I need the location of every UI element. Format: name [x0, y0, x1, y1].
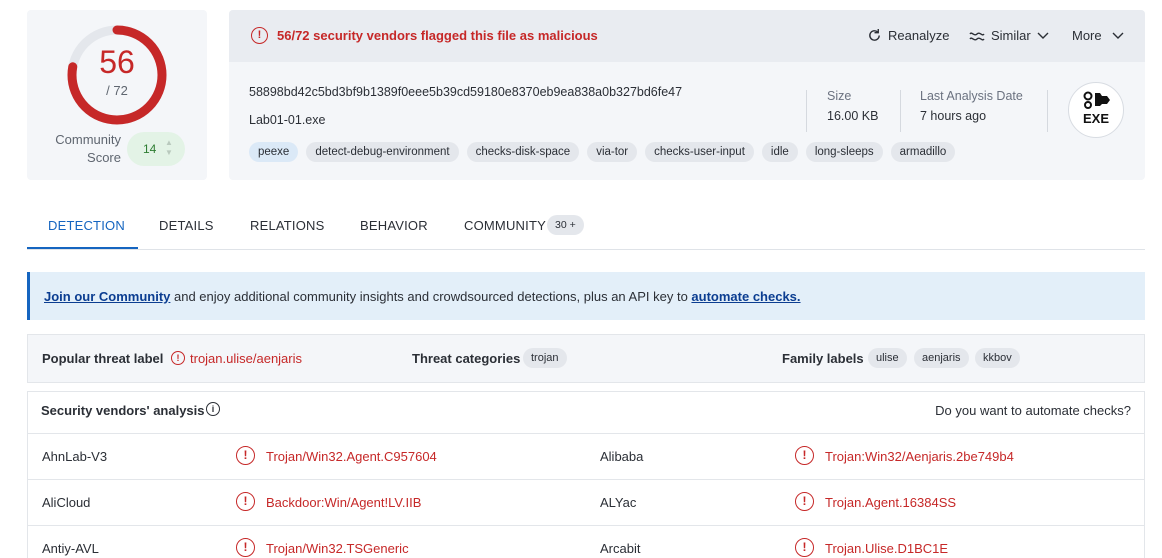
- community-score-value: 14: [143, 142, 157, 156]
- tab-behavior[interactable]: BEHAVIOR: [360, 218, 428, 233]
- family-label-tag[interactable]: kkbov: [975, 348, 1020, 368]
- alert-text: 56/72 security vendors flagged this file…: [277, 28, 598, 43]
- vendor-name: Antiy-AVL: [42, 541, 99, 556]
- tab-bar: DETECTION DETAILS RELATIONS BEHAVIOR COM…: [27, 200, 1145, 250]
- tab-detection[interactable]: DETECTION: [48, 218, 125, 233]
- chevron-down-icon: [1037, 32, 1049, 39]
- file-tag[interactable]: idle: [761, 142, 798, 162]
- vendor-name: Alibaba: [600, 449, 644, 464]
- alert-circle-icon: !: [251, 27, 268, 44]
- community-score-label: Community Score: [55, 132, 121, 165]
- file-type-badge: EXE: [1068, 82, 1124, 138]
- popular-threat-value[interactable]: trojan.ulise/aenjaris: [190, 351, 302, 366]
- vendor-row: AliCloud! Backdoor:Win/Agent!LV.IIB ALYac!…: [27, 479, 1145, 525]
- file-hash[interactable]: 58898bd42c5bd3bf9b1389f0eee5b39cd59180e8…: [249, 85, 682, 99]
- join-community-link[interactable]: Join our Community: [44, 289, 170, 304]
- tab-details[interactable]: DETAILS: [159, 218, 214, 233]
- threat-category-tag[interactable]: trojan: [523, 348, 567, 368]
- file-name: Lab01-01.exe: [249, 113, 326, 127]
- alert-circle-icon: !: [795, 538, 814, 557]
- family-label-tag[interactable]: ulise: [868, 348, 907, 368]
- automate-checks-link[interactable]: automate checks.: [691, 289, 800, 304]
- vendor-name: AhnLab-V3: [42, 449, 108, 464]
- divider: [1047, 90, 1048, 132]
- threat-summary-row: Popular threat label ! trojan.ulise/aenj…: [27, 334, 1145, 383]
- more-label: More: [1072, 28, 1102, 43]
- file-tag[interactable]: peexe: [249, 142, 299, 162]
- file-tag[interactable]: armadillo: [890, 142, 956, 162]
- alert-circle-icon: !: [171, 351, 185, 365]
- active-tab-indicator: [27, 247, 138, 249]
- file-tag[interactable]: long-sleeps: [805, 142, 883, 162]
- tab-relations[interactable]: RELATIONS: [250, 218, 325, 233]
- total-count: / 72: [106, 83, 128, 98]
- last-analysis-label: Last Analysis Date: [920, 89, 1023, 103]
- file-tag[interactable]: checks-disk-space: [466, 142, 580, 162]
- family-labels-label: Family labels: [782, 351, 864, 366]
- community-score-vote[interactable]: 14 ▲ ▼: [127, 132, 185, 166]
- community-count-badge: 30 +: [547, 215, 584, 235]
- reanalyze-label: Reanalyze: [888, 28, 950, 43]
- size-value: 16.00 KB: [827, 109, 879, 123]
- info-icon[interactable]: i: [206, 402, 220, 416]
- tab-community[interactable]: COMMUNITY: [464, 218, 546, 233]
- similar-icon: [969, 31, 985, 41]
- divider: [806, 90, 807, 132]
- vendor-detection[interactable]: Trojan:Win32/Aenjaris.2be749b4: [825, 449, 1014, 464]
- vendor-row: AhnLab-V3! Trojan/Win32.Agent.C957604 Alib…: [27, 433, 1145, 479]
- file-summary-card: ! 56/72 security vendors flagged this fi…: [229, 10, 1145, 180]
- vote-arrows-icon[interactable]: ▲ ▼: [165, 138, 173, 158]
- vendor-detection[interactable]: Trojan/Win32.Agent.C957604: [266, 449, 437, 464]
- file-tags: peexe detect-debug-environment checks-disk…: [249, 142, 956, 162]
- size-label: Size: [827, 89, 852, 103]
- vendor-name: ALYac: [600, 495, 637, 510]
- threat-categories-label: Threat categories: [412, 351, 521, 366]
- vendor-detection[interactable]: Trojan.Ulise.D1BC1E: [825, 541, 948, 556]
- file-type-label: EXE: [1082, 111, 1109, 126]
- file-tag[interactable]: detect-debug-environment: [306, 142, 459, 162]
- automate-checks-question[interactable]: Do you want to automate checks?: [935, 403, 1131, 418]
- family-label-tag[interactable]: aenjaris: [914, 348, 969, 368]
- chevron-down-icon: [1112, 32, 1124, 39]
- gears-icon: [1083, 91, 1110, 109]
- refresh-icon: [869, 28, 880, 41]
- more-button[interactable]: More: [1072, 28, 1124, 43]
- community-banner: Join our Community and enjoy additional …: [27, 272, 1145, 320]
- file-tag[interactable]: checks-user-input: [645, 142, 754, 162]
- vendor-row: Antiy-AVL! Trojan/Win32.TSGeneric Arcabit!…: [27, 525, 1145, 558]
- banner-middle-text: and enjoy additional community insights …: [170, 289, 692, 304]
- similar-label: Similar: [991, 28, 1031, 43]
- banner-text: Join our Community and enjoy additional …: [44, 289, 801, 304]
- vendors-title: Security vendors' analysis: [41, 403, 205, 418]
- malicious-count: 56: [99, 44, 135, 80]
- vendor-detection[interactable]: Backdoor:Win/Agent!LV.IIB: [266, 495, 421, 510]
- reanalyze-button[interactable]: Reanalyze: [867, 28, 949, 43]
- detection-score-card: 56 / 72 Community Score 14 ▲ ▼: [27, 10, 207, 180]
- popular-threat-label: Popular threat label: [42, 351, 164, 366]
- file-tag[interactable]: via-tor: [587, 142, 638, 162]
- alert-circle-icon: !: [795, 446, 814, 465]
- vendor-name: AliCloud: [42, 495, 91, 510]
- vendor-detection[interactable]: Trojan.Agent.16384SS: [825, 495, 956, 510]
- vendor-detection[interactable]: Trojan/Win32.TSGeneric: [266, 541, 409, 556]
- vendors-header: Security vendors' analysis i Do you want…: [27, 391, 1145, 433]
- similar-button[interactable]: Similar: [969, 28, 1049, 43]
- alert-circle-icon: !: [236, 446, 255, 465]
- vendor-name: Arcabit: [600, 541, 641, 556]
- alert-circle-icon: !: [236, 492, 255, 511]
- divider: [900, 90, 901, 132]
- alert-bar: ! 56/72 security vendors flagged this fi…: [229, 10, 1145, 62]
- alert-circle-icon: !: [795, 492, 814, 511]
- last-analysis-value: 7 hours ago: [920, 109, 987, 123]
- alert-circle-icon: !: [236, 538, 255, 557]
